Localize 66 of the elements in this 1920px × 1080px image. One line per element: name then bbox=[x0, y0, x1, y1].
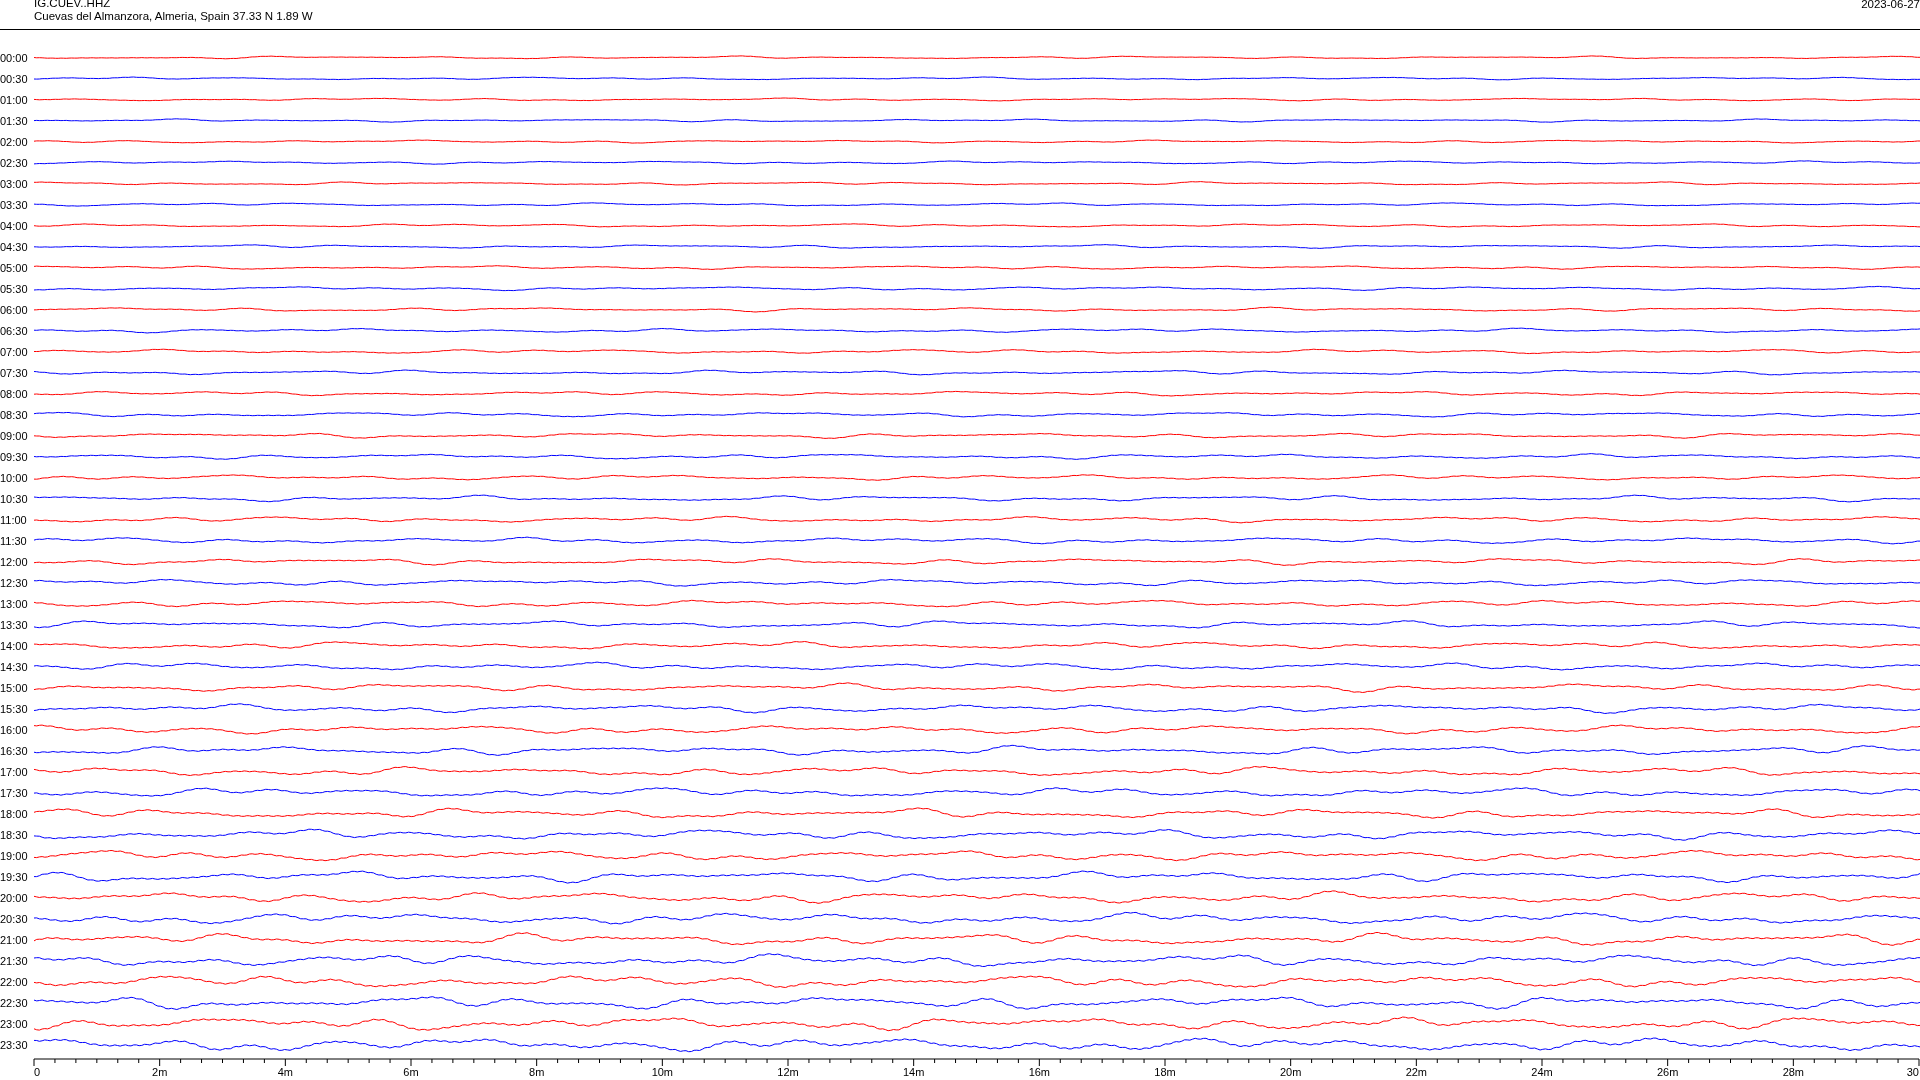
tick-label: 6m bbox=[403, 1066, 419, 1078]
tick-label: 28m bbox=[1782, 1066, 1805, 1078]
tick-label: 16m bbox=[1028, 1066, 1051, 1078]
time-label: 10:00 bbox=[0, 471, 29, 484]
time-label: 23:30 bbox=[0, 1038, 29, 1051]
time-label: 06:30 bbox=[0, 324, 29, 337]
time-label: 04:30 bbox=[0, 240, 29, 253]
time-label: 09:00 bbox=[0, 429, 29, 442]
station-location: Cuevas del Almanzora, Almeria, Spain 37.33 N 1.89 W bbox=[34, 10, 313, 23]
time-label: 21:00 bbox=[0, 933, 29, 946]
time-label: 07:30 bbox=[0, 366, 29, 379]
tick-label: 10m bbox=[651, 1066, 674, 1078]
time-label: 01:30 bbox=[0, 114, 29, 127]
tick-label: 30 bbox=[1906, 1066, 1919, 1078]
time-label: 12:00 bbox=[0, 555, 29, 568]
time-label: 17:30 bbox=[0, 786, 29, 799]
time-label: 10:30 bbox=[0, 492, 29, 505]
time-label: 18:00 bbox=[0, 807, 29, 820]
time-label: 05:00 bbox=[0, 261, 29, 274]
time-label: 12:30 bbox=[0, 576, 29, 589]
time-label: 02:30 bbox=[0, 156, 29, 169]
tick-label: 2m bbox=[152, 1066, 168, 1078]
tick-label: 22m bbox=[1405, 1066, 1428, 1078]
time-label: 21:30 bbox=[0, 954, 29, 967]
time-label: 19:00 bbox=[0, 849, 29, 862]
time-label: 05:30 bbox=[0, 282, 29, 295]
tick-label: 14m bbox=[902, 1066, 925, 1078]
tick-label: 20m bbox=[1279, 1066, 1302, 1078]
time-label: 19:30 bbox=[0, 870, 29, 883]
time-label: 15:00 bbox=[0, 681, 29, 694]
time-label: 00:00 bbox=[0, 51, 29, 64]
plot-date: 2023-06-27 bbox=[1861, 0, 1920, 11]
time-label: 22:00 bbox=[0, 975, 29, 988]
tick-label: 18m bbox=[1154, 1066, 1176, 1078]
tick-label: 4m bbox=[277, 1066, 293, 1078]
time-label: 18:30 bbox=[0, 828, 29, 841]
tick-label: 24m bbox=[1531, 1066, 1553, 1078]
time-label: 04:00 bbox=[0, 219, 29, 232]
time-label: 16:00 bbox=[0, 723, 29, 736]
time-label: 11:00 bbox=[0, 513, 28, 526]
time-label: 22:30 bbox=[0, 996, 29, 1009]
time-label: 08:30 bbox=[0, 408, 29, 421]
time-label: 23:00 bbox=[0, 1017, 29, 1030]
time-label: 08:00 bbox=[0, 387, 29, 400]
tick-label: 0 bbox=[34, 1066, 41, 1078]
time-label: 09:30 bbox=[0, 450, 29, 463]
tick-label: 8m bbox=[529, 1066, 545, 1078]
time-label: 06:00 bbox=[0, 303, 29, 316]
time-label: 07:00 bbox=[0, 345, 29, 358]
time-label: 17:00 bbox=[0, 765, 29, 778]
time-label: 14:30 bbox=[0, 660, 29, 673]
time-label: 03:00 bbox=[0, 177, 29, 190]
time-label: 14:00 bbox=[0, 639, 29, 652]
time-label: 20:00 bbox=[0, 891, 29, 904]
time-label: 02:00 bbox=[0, 135, 29, 148]
time-label: 15:30 bbox=[0, 702, 29, 715]
tick-label: 26m bbox=[1656, 1066, 1679, 1078]
time-label: 00:30 bbox=[0, 72, 29, 85]
tick-label: 12m bbox=[777, 1066, 799, 1078]
time-label: 13:30 bbox=[0, 618, 29, 631]
time-label: 13:00 bbox=[0, 597, 29, 610]
time-label: 20:30 bbox=[0, 912, 29, 925]
time-label: 11:30 bbox=[0, 534, 28, 547]
time-label: 01:00 bbox=[0, 93, 29, 106]
time-label: 03:30 bbox=[0, 198, 29, 211]
time-label: 16:30 bbox=[0, 744, 29, 757]
